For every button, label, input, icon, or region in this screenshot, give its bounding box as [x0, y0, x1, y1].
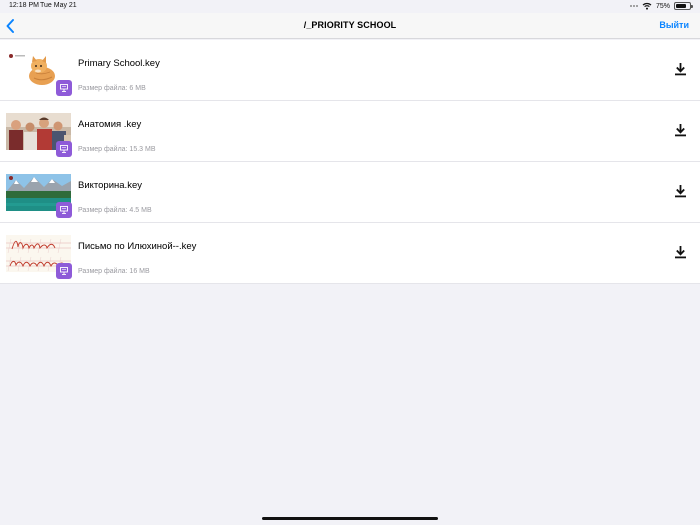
- file-name: Primary School.key: [78, 58, 160, 69]
- exit-button[interactable]: Выйти: [659, 20, 689, 30]
- file-size: Размер файла: 6 MB: [78, 85, 146, 92]
- file-size: Размер файла: 16 MB: [78, 268, 150, 275]
- file-row[interactable]: Викторина.key Размер файла: 4.5 MB: [0, 162, 700, 223]
- download-button[interactable]: [674, 123, 687, 137]
- file-size: Размер файла: 15.3 MB: [78, 146, 156, 153]
- page-title: /_PRIORITY SCHOOL: [303, 20, 397, 30]
- multitasking-dots-icon: [629, 5, 638, 7]
- status-time: 12:18 PM: [9, 2, 39, 9]
- download-button[interactable]: [674, 62, 687, 76]
- keynote-icon: [56, 80, 72, 96]
- file-row[interactable]: Primary School.key Размер файла: 6 MB: [0, 40, 700, 101]
- keynote-icon: [56, 202, 72, 218]
- file-size: Размер файла: 4.5 MB: [78, 207, 152, 214]
- file-name: Викторина.key: [78, 180, 142, 191]
- keynote-icon: [56, 141, 72, 157]
- file-row[interactable]: Письмо по Илюхиной--.key Размер файла: 1…: [0, 223, 700, 284]
- download-button[interactable]: [674, 245, 687, 259]
- download-icon: [675, 124, 686, 137]
- screen: 12:18 PM Tue May 21 75% /_PRIORITY SCHOO…: [0, 0, 700, 525]
- keynote-icon: [56, 263, 72, 279]
- status-bar: 12:18 PM Tue May 21 75%: [0, 0, 700, 13]
- file-row[interactable]: Анатомия .key Размер файла: 15.3 MB: [0, 101, 700, 162]
- file-name: Анатомия .key: [78, 119, 142, 130]
- battery-icon: [674, 2, 693, 10]
- battery-percent: 75%: [655, 2, 670, 10]
- download-icon: [675, 63, 686, 76]
- download-button[interactable]: [674, 184, 687, 198]
- wifi-icon: [642, 2, 652, 10]
- status-date: Tue May 21: [40, 2, 77, 9]
- file-name: Письмо по Илюхиной--.key: [78, 241, 197, 252]
- status-indicators: 75%: [629, 2, 693, 10]
- download-icon: [675, 185, 686, 198]
- download-icon: [675, 246, 686, 259]
- home-indicator: [262, 517, 438, 520]
- navigation-bar: /_PRIORITY SCHOOL Выйти: [0, 13, 700, 39]
- file-list: Primary School.key Размер файла: 6 MB Ан…: [0, 40, 700, 284]
